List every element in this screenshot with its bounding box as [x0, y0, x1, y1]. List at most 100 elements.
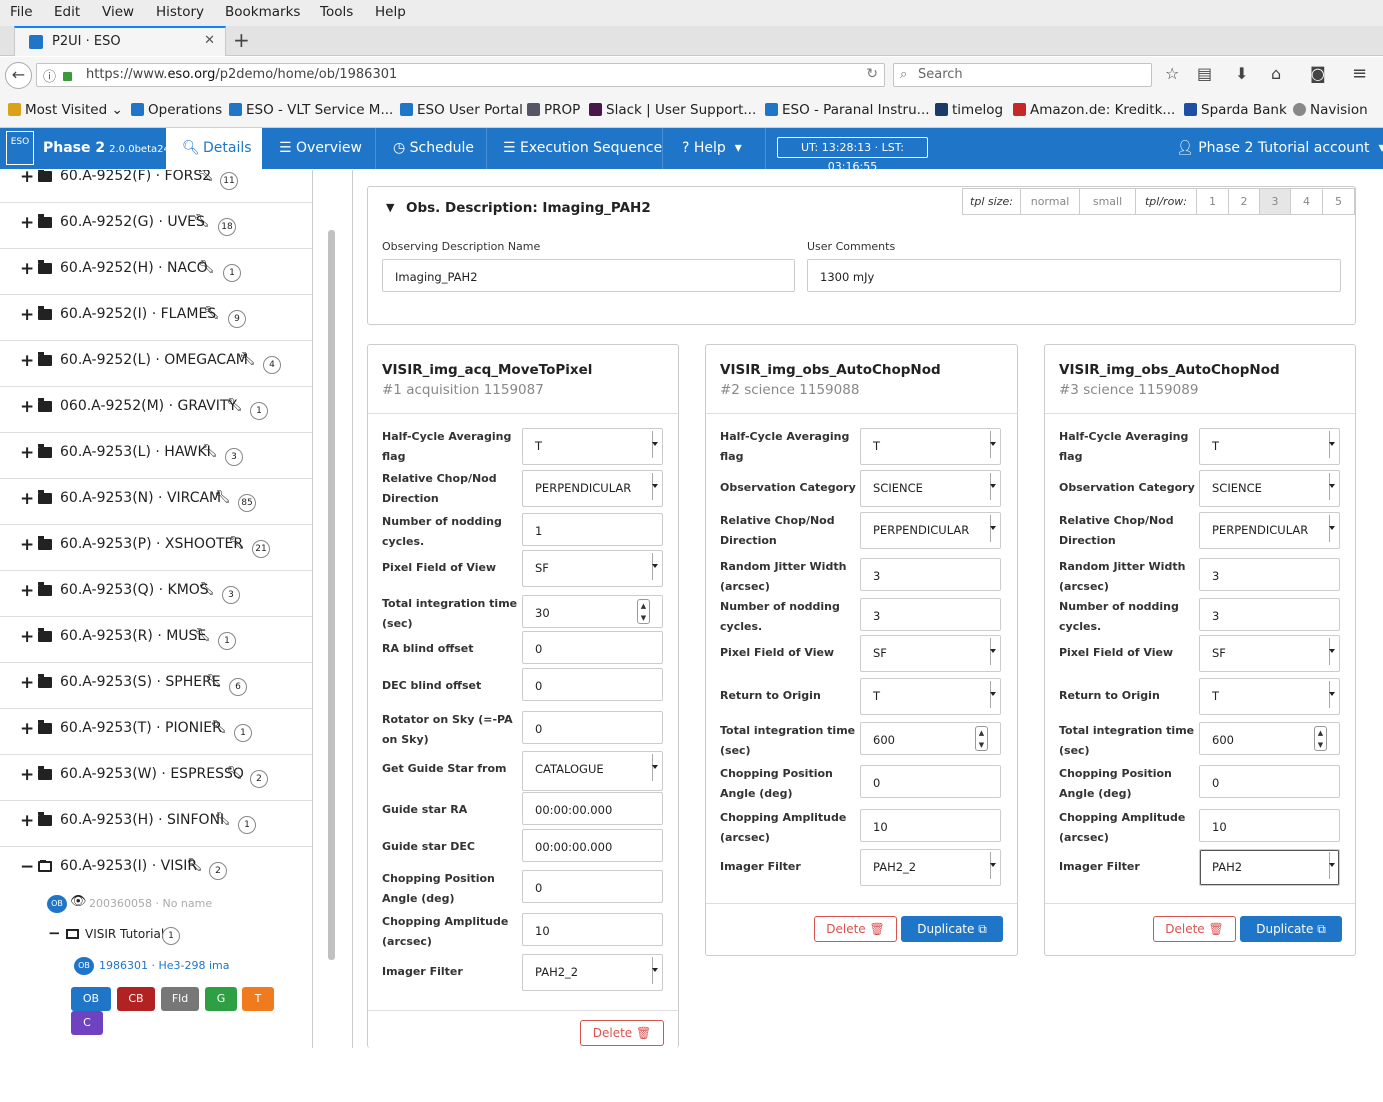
- obs-name-input[interactable]: Imaging_PAH2: [382, 259, 795, 292]
- param-select[interactable]: PERPENDICULAR: [860, 512, 1001, 549]
- ob-item-label-selected[interactable]: 1986301 · He3-298 ima: [99, 959, 230, 972]
- menu-edit[interactable]: Edit: [54, 4, 80, 20]
- sidebar-run-item[interactable]: +60.A-9252(F) · FORS2 🔧︎ 11: [0, 170, 312, 203]
- delete-button[interactable]: Delete 🗑︎: [1153, 916, 1236, 942]
- sidebar-run-item[interactable]: +60.A-9253(P) · XSHOOTER 🔧︎ 21: [0, 525, 312, 571]
- wrench-icon[interactable]: 🔧︎: [239, 352, 256, 367]
- c-action-button[interactable]: C: [71, 1011, 103, 1035]
- sidebar-run-item[interactable]: +60.A-9253(L) · HAWKI 🔧︎ 3: [0, 433, 312, 479]
- folder-label[interactable]: VISIR Tutorial: [85, 927, 164, 941]
- param-select[interactable]: PERPENDICULAR: [522, 470, 663, 507]
- sidebar-run-item[interactable]: +60.A-9252(G) · UVES 🔧︎ 18: [0, 203, 312, 249]
- param-select[interactable]: CATALOGUE: [522, 751, 663, 791]
- menu-history[interactable]: History: [156, 4, 204, 20]
- menu-view[interactable]: View: [102, 4, 134, 20]
- expand-icon[interactable]: +: [20, 170, 34, 187]
- reload-icon[interactable]: ↻: [866, 66, 878, 82]
- size-small-button[interactable]: small: [1079, 188, 1136, 215]
- param-select[interactable]: PAH2_2: [860, 849, 1001, 886]
- bookmark-slack[interactable]: Slack | User Support...: [589, 102, 756, 118]
- sidebar-run-item[interactable]: +60.A-9252(L) · OMEGACAM 🔧︎ 4: [0, 341, 312, 387]
- expand-icon[interactable]: +: [20, 581, 34, 601]
- info-icon[interactable]: ⓘ: [43, 66, 56, 85]
- param-text[interactable]: 00:00:00.000: [522, 792, 663, 825]
- bookmark-sparda[interactable]: Sparda Bank: [1184, 102, 1287, 118]
- param-select[interactable]: T: [860, 428, 1001, 465]
- sidebar-run-item[interactable]: +60.A-9253(N) · VIRCAM 🔧︎ 85: [0, 479, 312, 525]
- param-text[interactable]: 0: [522, 870, 663, 903]
- tab-overview[interactable]: ☰ Overview: [279, 140, 362, 156]
- param-select[interactable]: PERPENDICULAR: [1199, 512, 1340, 549]
- sidebar-run-item[interactable]: +60.A-9252(I) · FLAMES 🔧︎ 9: [0, 295, 312, 341]
- param-text[interactable]: 00:00:00.000: [522, 829, 663, 862]
- wrench-icon[interactable]: 🔧︎: [210, 720, 227, 735]
- wrench-icon[interactable]: 🔧︎: [197, 170, 214, 183]
- param-text[interactable]: 3: [1199, 598, 1340, 631]
- wrench-icon[interactable]: 🔧︎: [193, 214, 210, 229]
- delete-button[interactable]: Delete 🗑︎: [580, 1020, 664, 1046]
- expand-icon[interactable]: +: [20, 719, 34, 739]
- param-spin[interactable]: 30 ▲ ▼: [522, 595, 663, 628]
- back-icon[interactable]: ←: [5, 62, 32, 89]
- param-text[interactable]: 0: [860, 765, 1001, 798]
- row-5-button[interactable]: 5: [1322, 188, 1355, 215]
- home-icon[interactable]: ⌂: [1271, 64, 1281, 83]
- pocket-icon[interactable]: ◙: [1310, 64, 1326, 83]
- spinner-arrows-icon[interactable]: ▲ ▼: [1314, 726, 1327, 751]
- row-4-button[interactable]: 4: [1290, 188, 1323, 215]
- sidebar-run-item[interactable]: +60.A-9253(S) · SPHERE 🔧︎ 6: [0, 663, 312, 709]
- wrench-icon[interactable]: 🔧︎: [226, 398, 243, 413]
- download-icon[interactable]: ⬇: [1235, 64, 1248, 83]
- sidebar-scrollbar[interactable]: [328, 230, 335, 960]
- sidebar-run-item[interactable]: +60.A-9253(R) · MUSE 🔧︎ 1: [0, 617, 312, 663]
- param-text[interactable]: 0: [1199, 765, 1340, 798]
- param-text[interactable]: 0: [522, 711, 663, 744]
- expand-icon[interactable]: +: [20, 673, 34, 693]
- collapse-icon[interactable]: −: [48, 924, 61, 942]
- menu-help[interactable]: Help: [375, 4, 406, 20]
- param-select[interactable]: SCIENCE: [1199, 470, 1340, 507]
- bookmark-prop[interactable]: PROP: [527, 102, 580, 118]
- param-text[interactable]: 0: [522, 668, 663, 701]
- param-spin[interactable]: 600 ▲ ▼: [860, 722, 1001, 755]
- wrench-icon[interactable]: 🔧︎: [198, 582, 215, 597]
- cb-action-button[interactable]: CB: [117, 987, 155, 1011]
- wrench-icon[interactable]: 🔧︎: [186, 858, 203, 873]
- sidebar-run-item[interactable]: +60.A-9252(H) · NACO 🔧︎ 1: [0, 249, 312, 295]
- sidebar-run-item[interactable]: +060.A-9252(M) · GRAVITY 🔧︎ 1: [0, 387, 312, 433]
- delete-button[interactable]: Delete 🗑︎: [814, 916, 897, 942]
- g-action-button[interactable]: G: [205, 987, 237, 1011]
- collapse-icon[interactable]: ▼: [386, 201, 394, 214]
- param-select[interactable]: SF: [1199, 635, 1340, 672]
- new-tab-icon[interactable]: +: [233, 28, 250, 52]
- eye-icon[interactable]: 👁︎: [70, 894, 87, 909]
- expand-icon[interactable]: +: [20, 305, 34, 325]
- param-text[interactable]: 10: [522, 913, 663, 946]
- expand-icon[interactable]: +: [20, 397, 34, 417]
- param-select[interactable]: SF: [860, 635, 1001, 672]
- close-tab-icon[interactable]: ✕: [204, 33, 215, 48]
- menu-bookmarks[interactable]: Bookmarks: [225, 4, 300, 20]
- bookmark-most-visited[interactable]: Most Visited ⌄: [8, 102, 123, 118]
- wrench-icon[interactable]: 🔧︎: [203, 306, 220, 321]
- wrench-icon[interactable]: 🔧︎: [198, 260, 215, 275]
- help-dropdown[interactable]: ? Help ▾: [682, 140, 742, 156]
- tab-details[interactable]: 🔍︎ Details: [166, 128, 262, 169]
- expand-icon[interactable]: +: [20, 765, 34, 785]
- param-select[interactable]: T: [1199, 678, 1340, 715]
- fld-action-button[interactable]: Fld: [161, 987, 199, 1011]
- param-select[interactable]: T: [522, 428, 663, 465]
- row-1-button[interactable]: 1: [1196, 188, 1229, 215]
- duplicate-button[interactable]: Duplicate ⧉: [1240, 916, 1342, 942]
- wrench-icon[interactable]: 🔧︎: [226, 766, 243, 781]
- param-text[interactable]: 3: [1199, 558, 1340, 591]
- expand-icon[interactable]: +: [20, 443, 34, 463]
- sidebar-run-item[interactable]: +60.A-9253(H) · SINFONI 🔧︎ 1: [0, 801, 312, 847]
- wrench-icon[interactable]: 🔧︎: [194, 628, 211, 643]
- menu-tools[interactable]: Tools: [320, 4, 353, 20]
- spinner-arrows-icon[interactable]: ▲ ▼: [637, 599, 650, 624]
- bookmark-paranal[interactable]: ESO - Paranal Instru...: [765, 102, 930, 118]
- sidebar-run-item[interactable]: +60.A-9253(T) · PIONIER 🔧︎ 1: [0, 709, 312, 755]
- param-select[interactable]: SCIENCE: [860, 470, 1001, 507]
- menu-file[interactable]: File: [10, 4, 33, 20]
